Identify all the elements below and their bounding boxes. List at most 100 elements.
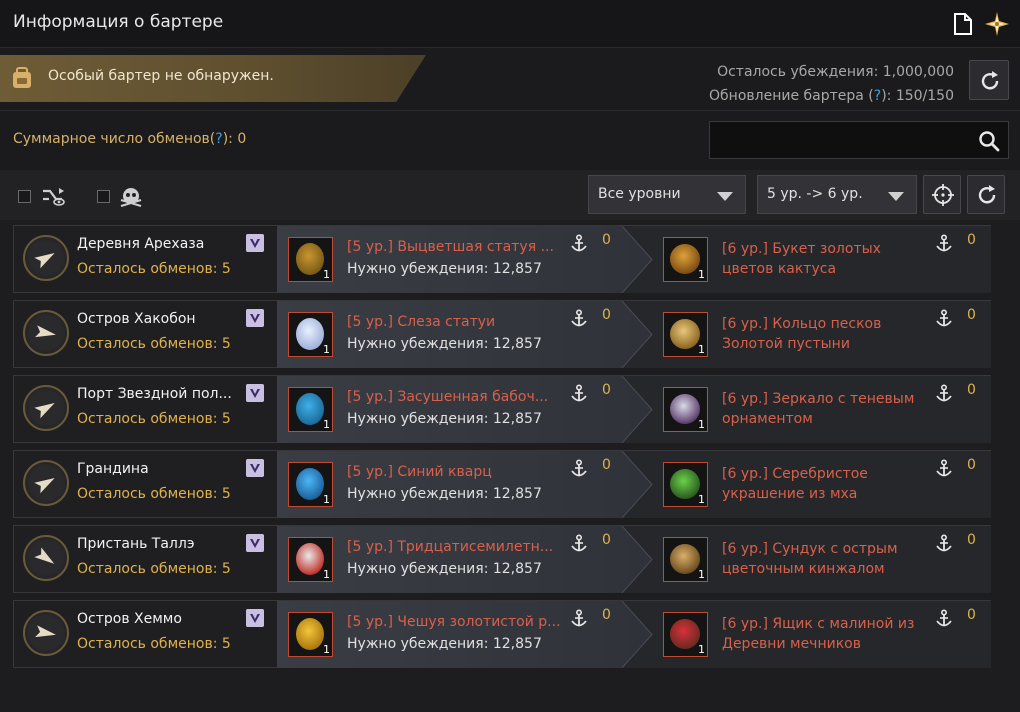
receive-anchor-count: 0 [967, 307, 976, 323]
receive-anchor-count: 0 [967, 532, 976, 548]
item-count: 1 [698, 343, 705, 356]
item-count: 1 [698, 568, 705, 581]
pirate-skull-icon [120, 188, 142, 207]
route-filter-checkbox[interactable] [18, 190, 31, 203]
sand-ring-icon[interactable]: 1 [663, 312, 708, 357]
anchor-icon [571, 309, 587, 327]
barter-row: Деревня Арехаза Осталось обменов: 5 1 [5… [13, 225, 991, 293]
receive-anchor-count: 0 [967, 607, 976, 623]
receive-anchor-count: 0 [967, 232, 976, 248]
anchor-icon [936, 309, 952, 327]
divider [0, 110, 1020, 111]
statue-tear-icon[interactable]: 1 [288, 312, 333, 357]
treasure-chest-icon[interactable]: 1 [663, 537, 708, 582]
item-count: 1 [323, 643, 330, 656]
window-title: Информация о бартере [13, 12, 224, 32]
receive-item-name[interactable]: [6 ур.] Букет золотых цветов кактуса [722, 239, 927, 279]
emblem-icon[interactable]: 1 [288, 537, 333, 582]
exchanges-left: Осталось обменов: 5 [77, 336, 231, 352]
special-barter-notice: Особый бартер не обнаружен. [0, 55, 426, 102]
navigation-arrow-icon [34, 547, 55, 564]
trade-panel: 1 [5 ур.] Чешуя золотистой р... Нужно уб… [277, 601, 991, 668]
item-count: 1 [323, 493, 330, 506]
give-anchor-count: 0 [602, 457, 611, 473]
required-persuasion: Нужно убеждения: 12,857 [347, 486, 542, 502]
dragon-statue-icon[interactable]: 1 [288, 237, 333, 282]
give-anchor-count: 0 [602, 532, 611, 548]
butterfly-icon[interactable]: 1 [288, 387, 333, 432]
tier-select[interactable]: 5 ур. -> 6 ур. [757, 175, 917, 214]
give-item-name[interactable]: [5 ур.] Выцветшая статуя ... [347, 239, 554, 255]
barter-row: Порт Звездной пол... Осталось обменов: 5 [13, 375, 991, 443]
town-name: Грандина [77, 461, 149, 477]
navigate-button[interactable] [23, 460, 69, 506]
title-bar: Информация о бартере [0, 0, 1020, 48]
barter-refresh-count: Обновление бартера (?): 150/150 [709, 88, 954, 104]
navigate-button[interactable] [23, 610, 69, 656]
compass-star-icon[interactable] [984, 11, 1010, 37]
trade-panel: 1 [5 ур.] Синий кварц Нужно убеждения: 1… [277, 451, 991, 518]
item-count: 1 [323, 268, 330, 281]
receive-item-name[interactable]: [6 ур.] Ящик с малиной из Деревни мечник… [722, 614, 927, 654]
reset-filter-button[interactable] [967, 175, 1005, 214]
chevron-down-icon [888, 192, 904, 201]
moss-ornament-icon[interactable]: 1 [663, 462, 708, 507]
town-name: Остров Хакобон [77, 311, 196, 327]
exchanges-left: Осталось обменов: 5 [77, 411, 231, 427]
navigation-arrow-icon [35, 625, 56, 638]
anchor-icon [936, 459, 952, 477]
required-persuasion: Нужно убеждения: 12,857 [347, 636, 542, 652]
receive-item-name[interactable]: [6 ур.] Зеркало с теневым орнаментом [722, 389, 927, 429]
receive-anchor-count: 0 [967, 457, 976, 473]
item-count: 1 [323, 568, 330, 581]
route-view-icon [43, 188, 65, 206]
receive-item-name[interactable]: [6 ур.] Кольцо песков Золотой пустыни [722, 314, 927, 354]
item-count: 1 [698, 268, 705, 281]
give-item-name[interactable]: [5 ур.] Засушенная бабоч... [347, 389, 548, 405]
search-icon[interactable] [978, 130, 1000, 152]
locate-button[interactable] [923, 175, 961, 214]
give-item-name[interactable]: [5 ур.] Чешуя золотистой р... [347, 614, 561, 630]
cactus-bouquet-icon[interactable]: 1 [663, 237, 708, 282]
crosshair-icon [932, 184, 954, 206]
document-icon[interactable] [952, 12, 974, 36]
refresh-barter-button[interactable] [969, 60, 1009, 100]
navigate-button[interactable] [23, 535, 69, 581]
expand-toggle-icon[interactable] [246, 234, 264, 252]
mirror-icon[interactable]: 1 [663, 387, 708, 432]
raspberry-box-icon[interactable]: 1 [663, 612, 708, 657]
anchor-icon [571, 534, 587, 552]
expand-toggle-icon[interactable] [246, 459, 264, 477]
receive-item-name[interactable]: [6 ур.] Сундук с острым цветочным кинжал… [722, 539, 927, 579]
level-select[interactable]: Все уровни [588, 175, 746, 214]
help-icon[interactable]: ? [215, 131, 222, 147]
give-item-name[interactable]: [5 ур.] Тридцатисемилетн... [347, 539, 553, 555]
notice-text: Особый бартер не обнаружен. [48, 68, 274, 84]
anchor-icon [936, 234, 952, 252]
receive-item-name[interactable]: [6 ур.] Серебристое украшение из мха [722, 464, 927, 504]
search-input[interactable] [718, 128, 968, 152]
give-anchor-count: 0 [602, 307, 611, 323]
pirate-filter-checkbox[interactable] [97, 190, 110, 203]
navigate-button[interactable] [23, 310, 69, 356]
expand-toggle-icon[interactable] [246, 384, 264, 402]
give-anchor-count: 0 [602, 232, 611, 248]
golden-scale-icon[interactable]: 1 [288, 612, 333, 657]
give-item-name[interactable]: [5 ур.] Синий кварц [347, 464, 492, 480]
tier-select-value: 5 ур. -> 6 ур. [767, 186, 863, 202]
expand-toggle-icon[interactable] [246, 534, 264, 552]
barter-row: Остров Хеммо Осталось обменов: 5 1 [5 ур… [13, 600, 991, 668]
trade-panel: 1 [5 ур.] Выцветшая статуя ... Нужно убе… [277, 226, 991, 293]
navigate-button[interactable] [23, 385, 69, 431]
refresh-icon [981, 71, 999, 90]
item-count: 1 [323, 343, 330, 356]
required-persuasion: Нужно убеждения: 12,857 [347, 561, 542, 577]
exchanges-left: Осталось обменов: 5 [77, 636, 231, 652]
give-item-name[interactable]: [5 ур.] Слеза статуи [347, 314, 495, 330]
expand-toggle-icon[interactable] [246, 609, 264, 627]
barter-row: Пристань Таллэ Осталось обменов: 5 1 [5 … [13, 525, 991, 593]
navigate-button[interactable] [23, 235, 69, 281]
exchanges-left: Осталось обменов: 5 [77, 261, 231, 277]
expand-toggle-icon[interactable] [246, 309, 264, 327]
blue-quartz-icon[interactable]: 1 [288, 462, 333, 507]
